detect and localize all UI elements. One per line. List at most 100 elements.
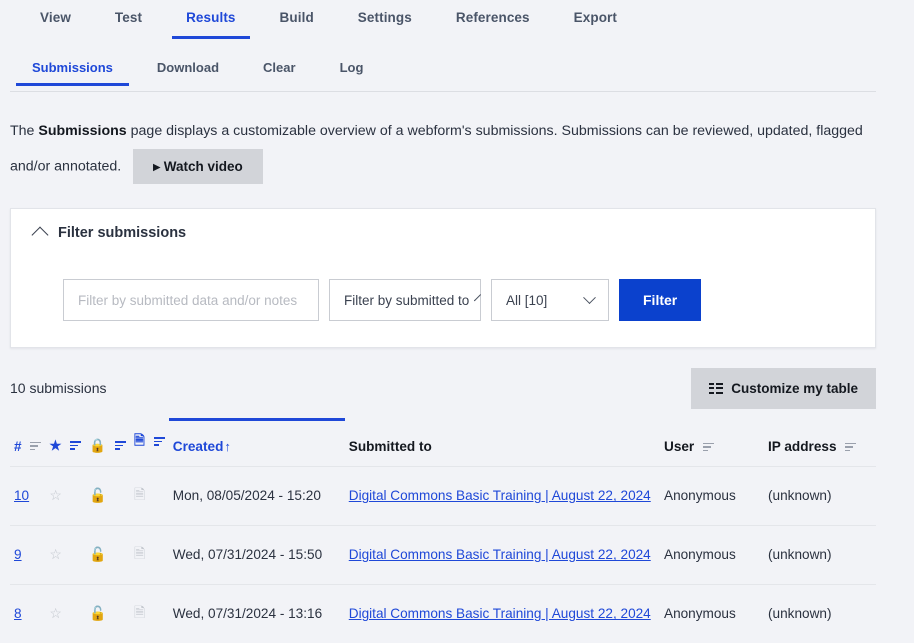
lock-icon: 🔒 — [89, 437, 107, 453]
sort-icon[interactable] — [153, 437, 165, 446]
filter-state-select[interactable]: All [10] — [491, 279, 609, 322]
subtab-download[interactable]: Download — [135, 52, 241, 86]
cell-created: Wed, 07/31/2024 - 13:16 — [168, 583, 345, 643]
column-header-created-label: Created — [172, 438, 224, 454]
cell-created: Wed, 07/31/2024 - 15:50 — [168, 524, 345, 585]
cell-note: 🗎 — [130, 465, 169, 526]
cell-ip-address: (unknown) — [764, 583, 876, 643]
column-header-starred[interactable]: ★ — [45, 420, 85, 467]
submissions-table-head: # ★ 🔒 🗎 Created↑ Submitted to User IP ad… — [10, 418, 876, 467]
submission-number-link[interactable]: 9 — [14, 547, 22, 562]
submitted-to-link[interactable]: Digital Commons Basic Training | August … — [349, 488, 651, 503]
filter-submitted-to-select[interactable]: Filter by submitted to — [329, 279, 482, 322]
table-row: 10 ☆ 🔓 🗎 Mon, 08/05/2024 - 15:20 Digital… — [10, 465, 876, 526]
tab-settings[interactable]: Settings — [336, 0, 434, 37]
column-header-locked[interactable]: 🔒 — [85, 420, 130, 467]
column-header-user-label: User — [664, 438, 695, 454]
cell-created: Mon, 08/05/2024 - 15:20 — [168, 465, 345, 526]
column-header-ip-address-label: IP address — [768, 438, 837, 454]
submissions-table-body: 10 ☆ 🔓 🗎 Mon, 08/05/2024 - 15:20 Digital… — [10, 465, 876, 643]
sort-icon[interactable] — [70, 441, 82, 450]
results-summary-bar: 10 submissions Customize my table — [10, 366, 876, 410]
tab-export[interactable]: Export — [552, 0, 639, 37]
star-outline-icon[interactable]: ☆ — [49, 487, 62, 504]
cell-submission-number: 9 — [10, 524, 46, 585]
note-icon[interactable]: 🗎 — [134, 484, 145, 508]
tab-results[interactable]: Results — [164, 0, 257, 39]
chevron-down-icon — [583, 291, 596, 304]
filter-search-input[interactable] — [63, 279, 319, 322]
note-icon: 🗎 — [134, 432, 145, 448]
tab-build[interactable]: Build — [258, 0, 336, 37]
watch-video-button[interactable]: ▸ Watch video — [133, 148, 263, 185]
description-part-1: The — [10, 123, 39, 139]
cell-submission-number: 10 — [10, 465, 46, 526]
column-header-submitted-to[interactable]: Submitted to — [345, 420, 660, 467]
star-outline-icon[interactable]: ☆ — [49, 605, 62, 622]
cell-note: 🗎 — [130, 524, 169, 585]
cell-submission-number: 8 — [10, 583, 46, 643]
filter-submit-button[interactable]: Filter — [619, 279, 702, 322]
cell-star: ☆ — [45, 465, 86, 526]
column-header-user[interactable]: User — [660, 420, 764, 467]
cell-lock: 🔓 — [85, 465, 131, 526]
column-header-notes[interactable]: 🗎 — [130, 420, 169, 467]
sort-icon[interactable] — [703, 442, 715, 452]
cell-star: ☆ — [45, 583, 86, 643]
page-description: The Submissions page displays a customiz… — [10, 114, 876, 185]
subtab-clear[interactable]: Clear — [241, 52, 318, 86]
submission-number-link[interactable]: 10 — [14, 488, 29, 503]
subtab-log[interactable]: Log — [318, 52, 386, 86]
cell-submitted-to: Digital Commons Basic Training | August … — [344, 465, 660, 526]
unlock-icon[interactable]: 🔓 — [89, 605, 106, 622]
cell-note: 🗎 — [130, 583, 169, 643]
cell-star: ☆ — [45, 524, 86, 585]
tab-test[interactable]: Test — [93, 0, 164, 37]
filter-submissions-panel: Filter submissions Filter by submitted t… — [10, 208, 876, 349]
description-bold-term: Submissions — [38, 123, 127, 139]
filter-submitted-to-value: Filter by submitted to — [344, 292, 470, 308]
hash-icon: # — [14, 438, 22, 454]
filter-controls-row: Filter by submitted to All [10] Filter — [31, 279, 855, 322]
filter-panel-title: Filter submissions — [58, 225, 187, 242]
unlock-icon[interactable]: 🔓 — [89, 546, 106, 563]
star-outline-icon[interactable]: ☆ — [49, 546, 62, 563]
cell-ip-address: (unknown) — [764, 465, 876, 526]
column-header-number[interactable]: # — [10, 420, 45, 467]
tab-references[interactable]: References — [434, 0, 552, 37]
cell-submitted-to: Digital Commons Basic Training | August … — [344, 583, 660, 643]
submitted-to-link[interactable]: Digital Commons Basic Training | August … — [349, 606, 651, 621]
cell-submitted-to: Digital Commons Basic Training | August … — [344, 524, 660, 585]
column-header-created[interactable]: Created↑ — [168, 418, 345, 467]
sort-icon[interactable] — [30, 441, 42, 451]
subtab-submissions[interactable]: Submissions — [10, 52, 135, 86]
sort-icon[interactable] — [115, 441, 127, 450]
note-icon[interactable]: 🗎 — [134, 543, 145, 567]
filter-state-value: All [10] — [506, 292, 548, 308]
cell-user: Anonymous — [660, 524, 764, 585]
chevron-down-icon — [474, 293, 482, 302]
cell-user: Anonymous — [660, 583, 764, 643]
submission-count-label: 10 submissions — [10, 380, 107, 397]
customize-my-table-button[interactable]: Customize my table — [691, 367, 876, 409]
cell-user: Anonymous — [660, 465, 764, 526]
chevron-up-icon[interactable] — [31, 226, 49, 244]
sort-icon[interactable] — [845, 442, 857, 452]
filter-panel-header[interactable]: Filter submissions — [31, 225, 855, 244]
table-row: 9 ☆ 🔓 🗎 Wed, 07/31/2024 - 15:50 Digital … — [10, 524, 876, 585]
submission-number-link[interactable]: 8 — [14, 606, 22, 621]
primary-tab-bar: View Test Results Build Settings Referen… — [0, 0, 914, 40]
unlock-icon[interactable]: 🔓 — [89, 487, 106, 504]
sort-ascending-arrow-icon: ↑ — [224, 438, 231, 454]
table-list-icon — [709, 382, 724, 394]
tab-view[interactable]: View — [18, 0, 93, 37]
customize-my-table-label: Customize my table — [731, 380, 858, 396]
cell-lock: 🔓 — [85, 524, 131, 585]
submissions-table: # ★ 🔒 🗎 Created↑ Submitted to User IP ad… — [10, 418, 876, 643]
column-header-ip-address[interactable]: IP address — [764, 420, 876, 467]
table-row: 8 ☆ 🔓 🗎 Wed, 07/31/2024 - 13:16 Digital … — [10, 583, 876, 643]
submitted-to-link[interactable]: Digital Commons Basic Training | August … — [349, 547, 651, 562]
secondary-tab-bar: Submissions Download Clear Log — [0, 52, 914, 92]
note-icon[interactable]: 🗎 — [134, 602, 145, 626]
table-header-row: # ★ 🔒 🗎 Created↑ Submitted to User IP ad… — [10, 418, 876, 467]
